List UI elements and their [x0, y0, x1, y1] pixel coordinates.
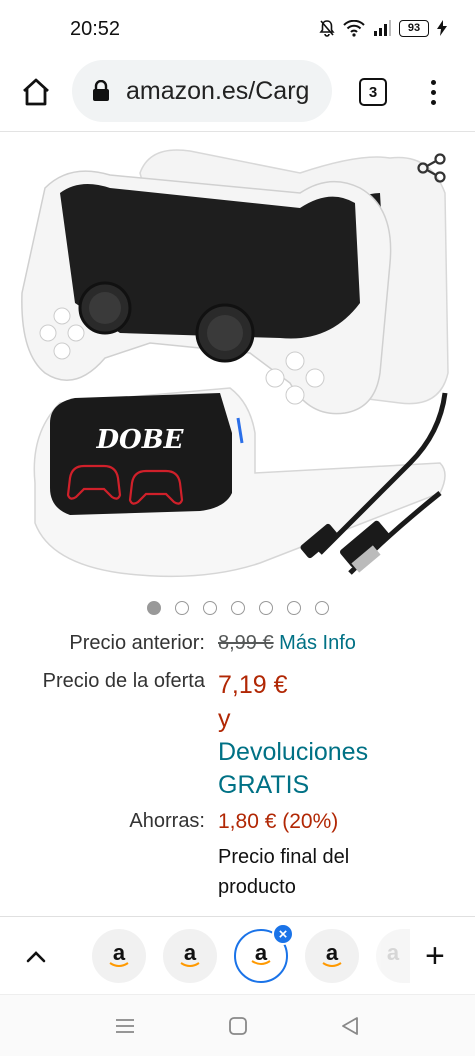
- final-price-text: Precio final del producto: [218, 842, 349, 902]
- tab-thumb-partial[interactable]: a: [376, 929, 410, 983]
- clock: 20:52: [70, 18, 121, 40]
- carousel-dot[interactable]: [286, 601, 301, 615]
- more-info-link[interactable]: Más Info: [279, 632, 356, 654]
- more-vert-icon[interactable]: [420, 72, 446, 112]
- deal-price-label: Precio de la oferta: [42, 670, 205, 692]
- previous-price-value: 8,99 € Más Info: [218, 632, 356, 655]
- status-icons: 93: [319, 19, 447, 37]
- browser-toolbar: amazon.es/Carg 3: [0, 58, 475, 132]
- share-icon: [417, 153, 446, 183]
- tab-thumb[interactable]: a: [305, 929, 359, 983]
- tab-switcher-button[interactable]: 3: [359, 78, 387, 106]
- savings-label: Ahorras:: [129, 810, 205, 832]
- amazon-favicon: a: [112, 940, 126, 965]
- free-returns-line2: GRATIS: [218, 771, 310, 799]
- product-image[interactable]: DOBE: [0, 133, 475, 593]
- chevron-up-icon[interactable]: [22, 943, 50, 971]
- carousel-dot[interactable]: [146, 601, 161, 615]
- amazon-smile-icon: [109, 962, 129, 967]
- free-returns-line1: Devoluciones: [218, 738, 369, 766]
- tab-strip: a a a × a a +: [0, 916, 475, 994]
- url-text: amazon.es/Carg: [126, 76, 310, 105]
- carousel-indicators: [0, 601, 475, 615]
- charging-icon: [437, 20, 447, 36]
- carousel-dot[interactable]: [202, 601, 217, 615]
- free-returns-link[interactable]: Devoluciones GRATIS: [218, 736, 368, 802]
- deal-price-block: 7,19 € y Devoluciones GRATIS: [218, 668, 368, 802]
- tab-thumb[interactable]: a: [163, 929, 217, 983]
- final-price-line1: Precio final del: [218, 846, 350, 868]
- carousel-dot[interactable]: [314, 601, 329, 615]
- battery-icon: 93: [399, 19, 429, 37]
- final-price-line2: producto: [218, 876, 296, 898]
- carousel-dot[interactable]: [258, 601, 273, 615]
- share-button[interactable]: [412, 148, 452, 188]
- home-icon: [23, 78, 49, 106]
- amazon-smile-icon: [180, 962, 200, 967]
- amazon-smile-icon: [251, 960, 271, 965]
- tab-thumb[interactable]: a: [92, 929, 146, 983]
- amazon-favicon: a: [183, 940, 197, 965]
- system-nav-bar: [0, 994, 475, 1056]
- mute-icon: [319, 19, 335, 37]
- signal-icon: [373, 20, 391, 36]
- carousel-dot[interactable]: [174, 601, 189, 615]
- carousel-dot[interactable]: [230, 601, 245, 615]
- amazon-smile-icon: [322, 962, 342, 967]
- close-tab-icon[interactable]: ×: [272, 923, 294, 945]
- dobe-logo: DOBE: [96, 425, 185, 455]
- url-bar[interactable]: amazon.es/Carg: [72, 60, 332, 122]
- deal-price-value: 7,19 €: [218, 671, 288, 699]
- status-bar: 20:52 93: [0, 0, 475, 58]
- tab-thumb-current[interactable]: a ×: [234, 923, 294, 983]
- recents-menu-icon[interactable]: [112, 1013, 138, 1039]
- wifi-icon: [343, 19, 365, 37]
- savings-value: 1,80 € (20%): [218, 810, 339, 833]
- and-text: y: [218, 705, 231, 733]
- amazon-favicon: a: [386, 940, 400, 965]
- strikethrough-price: 8,99 €: [218, 632, 274, 654]
- back-icon[interactable]: [337, 1013, 363, 1039]
- new-tab-button[interactable]: +: [425, 939, 445, 973]
- amazon-favicon: a: [325, 940, 339, 965]
- previous-price-label: Precio anterior:: [69, 632, 205, 654]
- nav-home-icon[interactable]: [225, 1013, 251, 1039]
- home-button[interactable]: [16, 72, 56, 112]
- lock-icon: [92, 80, 112, 102]
